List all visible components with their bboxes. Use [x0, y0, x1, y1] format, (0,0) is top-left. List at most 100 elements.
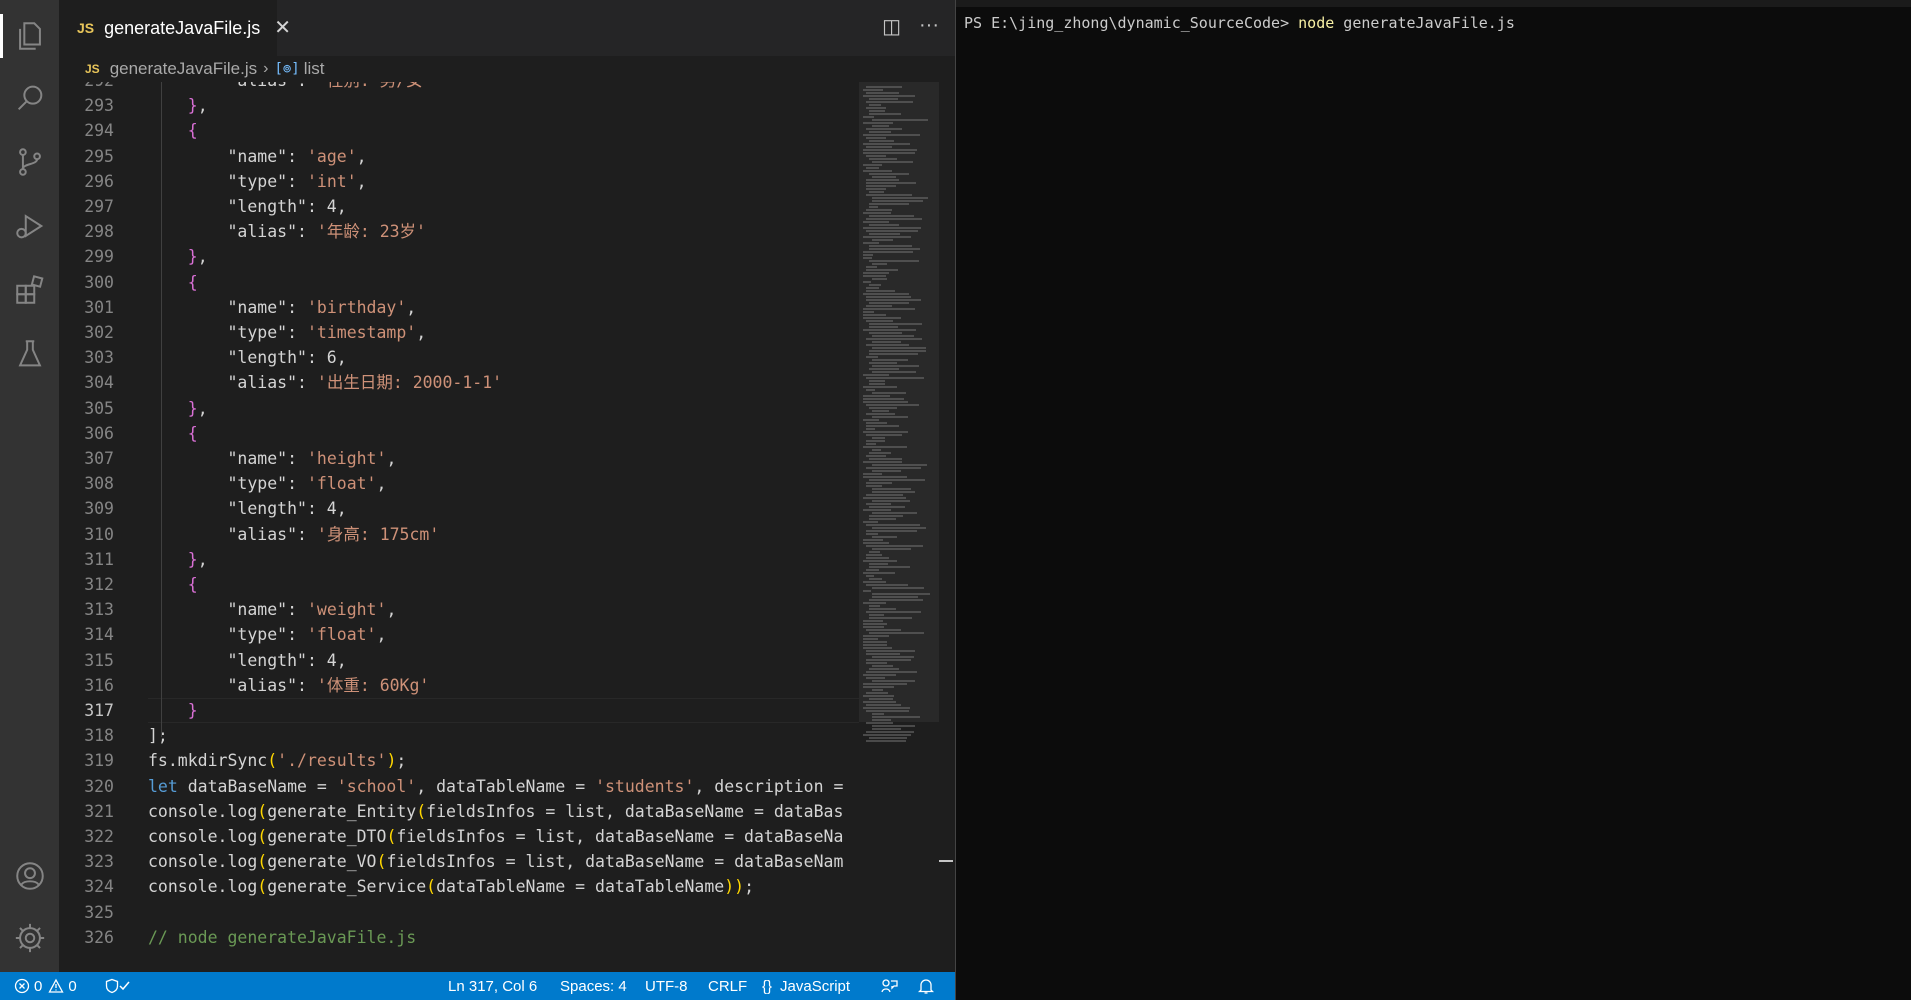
minimap-line [866, 611, 922, 613]
code-line[interactable]: 323 console.log(generate_VO(fieldsInfos =… [59, 849, 859, 874]
code-line[interactable]: 311 }, [59, 547, 859, 572]
code-line[interactable]: 301 "name": 'birthday', [59, 295, 859, 320]
code-line[interactable]: 322 console.log(generate_DTO(fieldsInfos … [59, 824, 859, 849]
minimap-line [866, 524, 921, 526]
minimap-line [866, 185, 896, 187]
code-line[interactable]: 302 "type": 'timestamp', [59, 320, 859, 345]
indentation[interactable]: Spaces: 4 [560, 972, 627, 1000]
minimap-line [869, 479, 926, 481]
code-line[interactable]: 298 "alias": '年龄: 23岁' [59, 219, 859, 244]
line-number: 325 [84, 902, 114, 922]
minimap-line [866, 299, 921, 301]
code-line[interactable]: 293 }, [59, 93, 859, 118]
source-control-icon[interactable] [0, 134, 59, 190]
code-line[interactable]: 315 "length": 4, [59, 648, 859, 673]
minimap-line [863, 509, 891, 511]
code-editor[interactable]: 292 "alias": '性别: 男/女'293 },294 {295 "na… [59, 82, 859, 972]
minimap-line [863, 386, 898, 388]
code-line[interactable]: 304 "alias": '出生日期: 2000-1-1' [59, 370, 859, 395]
javascript-file-icon: JS [77, 20, 95, 36]
code-line[interactable]: 316 "alias": '体重: 60Kg' [59, 673, 859, 698]
code-line[interactable]: 314 "type": 'float', [59, 622, 859, 647]
minimap-line [872, 665, 893, 667]
code-line[interactable]: 305 }, [59, 396, 859, 421]
minimap-line [863, 152, 916, 154]
extensions-icon[interactable] [0, 262, 59, 318]
split-editor-icon[interactable]: ◫ [882, 14, 901, 39]
code-line[interactable]: 292 "alias": '性别: 男/女' [59, 82, 859, 93]
language-mode[interactable]: {} JavaScript [762, 972, 850, 1000]
code-line[interactable]: 317 } [59, 698, 859, 723]
tab-generatejavafile[interactable]: JS generateJavaFile.js ✕ [59, 0, 291, 56]
minimap-line [863, 149, 918, 151]
code-line[interactable]: 294 { [59, 118, 859, 143]
minimap-line [863, 497, 907, 499]
code-text: }, [187, 398, 208, 418]
minimap-line [866, 230, 918, 232]
code-line[interactable]: 300 { [59, 270, 859, 295]
code-line[interactable]: 324 console.log(generate_Service(dataTabl… [59, 874, 859, 899]
code-line[interactable]: 308 "type": 'float', [59, 471, 859, 496]
settings-gear-icon[interactable] [0, 910, 59, 966]
minimap-line [872, 119, 929, 121]
minimap-line [863, 251, 913, 253]
minimap-line [872, 728, 901, 730]
minimap-line [863, 686, 894, 688]
minimap-line [866, 101, 914, 103]
code-line[interactable]: 295 "name": 'age', [59, 144, 859, 169]
code-line[interactable]: 320 let dataBaseName = 'school', dataTabl… [59, 774, 859, 799]
end-of-line[interactable]: CRLF [708, 972, 747, 1000]
breadcrumb-file[interactable]: generateJavaFile.js [110, 59, 257, 79]
code-line[interactable]: 325 [59, 900, 859, 925]
minimap-line [869, 248, 921, 250]
minimap-line [863, 293, 909, 295]
code-line[interactable]: 307 "name": 'height', [59, 446, 859, 471]
code-text: console.log(generate_Entity(fieldsInfos … [148, 801, 844, 821]
terminal-panel[interactable]: PS E:\jing_zhong\dynamic_SourceCode> nod… [956, 0, 1911, 1000]
encoding[interactable]: UTF-8 [645, 972, 688, 1000]
close-icon[interactable]: ✕ [274, 18, 291, 38]
notifications-bell-icon[interactable] [918, 972, 938, 1000]
breadcrumb-symbol[interactable]: list [304, 59, 325, 79]
line-number: 315 [84, 650, 114, 670]
minimap[interactable] [859, 82, 939, 972]
more-actions-icon[interactable]: ··· [919, 14, 939, 39]
code-line[interactable]: 306 { [59, 421, 859, 446]
minimap-line [863, 164, 883, 166]
shield-check-icon[interactable] [104, 972, 142, 1000]
minimap-line [872, 335, 914, 337]
problems-indicator[interactable]: 0 0 [14, 972, 77, 1000]
minimap-line [863, 170, 892, 172]
testing-icon[interactable] [0, 326, 59, 382]
code-line[interactable]: 321 console.log(generate_Entity(fieldsInf… [59, 799, 859, 824]
terminal-prompt: PS E:\jing_zhong\dynamic_SourceCode> [964, 14, 1299, 32]
search-icon[interactable] [0, 70, 59, 126]
code-line[interactable]: 319 fs.mkdirSync('./results'); [59, 748, 859, 773]
minimap-line [863, 227, 921, 229]
code-line[interactable]: 296 "type": 'int', [59, 169, 859, 194]
minimap-line [869, 98, 898, 100]
minimap-line [866, 731, 914, 733]
line-number: 295 [84, 146, 114, 166]
code-text: let dataBaseName = 'school', dataTableNa… [148, 776, 844, 796]
accounts-icon[interactable] [0, 848, 59, 904]
code-line[interactable]: 309 "length": 4, [59, 496, 859, 521]
code-line[interactable]: 326 // node generateJavaFile.js [59, 925, 859, 950]
run-debug-icon[interactable] [0, 198, 59, 254]
code-line[interactable]: 297 "length": 4, [59, 194, 859, 219]
code-line[interactable]: 312 { [59, 572, 859, 597]
minimap-line [869, 260, 919, 262]
code-line[interactable]: 310 "alias": '身高: 175cm' [59, 522, 859, 547]
code-line[interactable]: 303 "length": 6, [59, 345, 859, 370]
minimap-line [863, 95, 915, 97]
code-line[interactable]: 299 }, [59, 244, 859, 269]
code-line[interactable]: 318]; [59, 723, 859, 748]
explorer-icon[interactable] [0, 8, 59, 64]
minimap-line [866, 533, 879, 535]
minimap-line [869, 515, 904, 517]
code-line[interactable]: 313 "name": 'weight', [59, 597, 859, 622]
minimap-line [866, 209, 892, 211]
minimap-line [866, 413, 895, 415]
cursor-position[interactable]: Ln 317, Col 6 [448, 972, 537, 1000]
feedback-icon[interactable] [880, 972, 902, 1000]
